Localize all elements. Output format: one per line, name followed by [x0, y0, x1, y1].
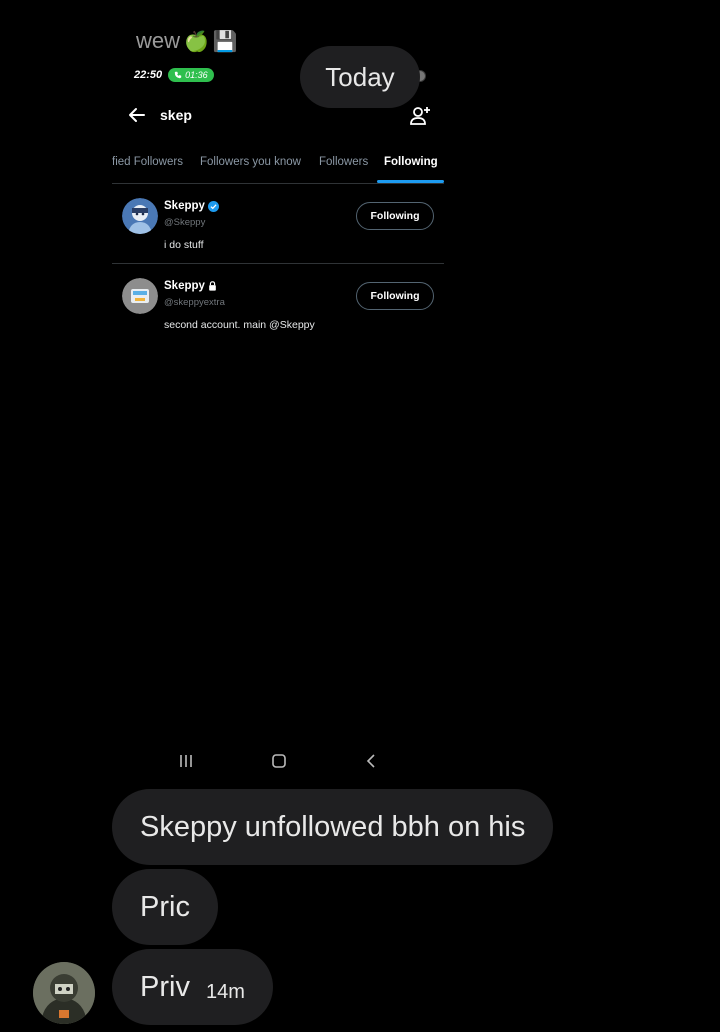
recent-apps-icon[interactable] — [176, 752, 196, 770]
user-handle: @skeppyextra — [164, 297, 225, 308]
user-row[interactable]: Skeppy @Skeppy i do stuff Following — [112, 184, 444, 264]
tab-following[interactable]: Following — [384, 156, 438, 168]
phone-icon — [174, 71, 182, 79]
active-tab-indicator — [377, 180, 444, 183]
user-bio: i do stuff — [164, 239, 204, 251]
message-text: Pric — [140, 890, 190, 923]
tab-followers[interactable]: Followers — [319, 156, 368, 168]
following-button[interactable]: Following — [356, 282, 434, 310]
system-nav-bar — [112, 746, 444, 776]
user-bio: second account. main @Skeppy — [164, 319, 315, 331]
message-bubble[interactable]: Pric — [112, 869, 218, 945]
user-display-name: Skeppy — [164, 200, 219, 212]
user-avatar[interactable] — [122, 278, 158, 314]
message-text: Skeppy unfollowed bbh on his — [140, 810, 526, 843]
user-name-text: Skeppy — [164, 200, 205, 212]
message-text: Priv — [140, 970, 190, 1003]
call-indicator: 01:36 — [168, 68, 214, 82]
user-handle: @Skeppy — [164, 217, 206, 228]
verified-badge-icon — [207, 200, 219, 212]
caption-text: wew — [136, 28, 181, 53]
account-name: skep — [160, 107, 192, 123]
message-bubble[interactable]: Priv 14m — [112, 949, 273, 1025]
sender-avatar[interactable] — [33, 962, 95, 1024]
apple-emoji: 🍏 — [184, 30, 209, 53]
following-button[interactable]: Following — [356, 202, 434, 230]
caption: wew 🍏 💾 — [136, 28, 238, 54]
user-avatar[interactable] — [122, 198, 158, 234]
floppy-disk-emoji: 💾 — [212, 30, 238, 53]
lock-icon — [209, 281, 216, 291]
status-time: 22:50 — [134, 69, 163, 81]
back-nav-icon[interactable] — [362, 752, 382, 770]
user-row[interactable]: Skeppy @skeppyextra second account. main… — [112, 264, 444, 344]
tab-bar: fied Followers Followers you know Follow… — [112, 152, 444, 184]
status-bar: 22:50 01:36 — [134, 68, 214, 82]
message-timestamp: 14m — [205, 980, 245, 1003]
user-display-name: Skeppy — [164, 280, 217, 292]
tab-followers-you-know[interactable]: Followers you know — [200, 156, 301, 168]
user-name-text: Skeppy — [164, 280, 205, 292]
home-icon[interactable] — [269, 752, 289, 770]
call-duration: 01:36 — [185, 70, 208, 80]
back-arrow-icon[interactable] — [126, 104, 148, 126]
add-user-icon[interactable] — [408, 104, 432, 128]
date-divider: Today — [300, 46, 420, 108]
tab-verified-followers[interactable]: fied Followers — [112, 156, 183, 168]
shared-screenshot[interactable]: 22:50 01:36 skep fied Followers Follower… — [112, 56, 444, 782]
message-bubble[interactable]: Skeppy unfollowed bbh on his — [112, 789, 554, 865]
